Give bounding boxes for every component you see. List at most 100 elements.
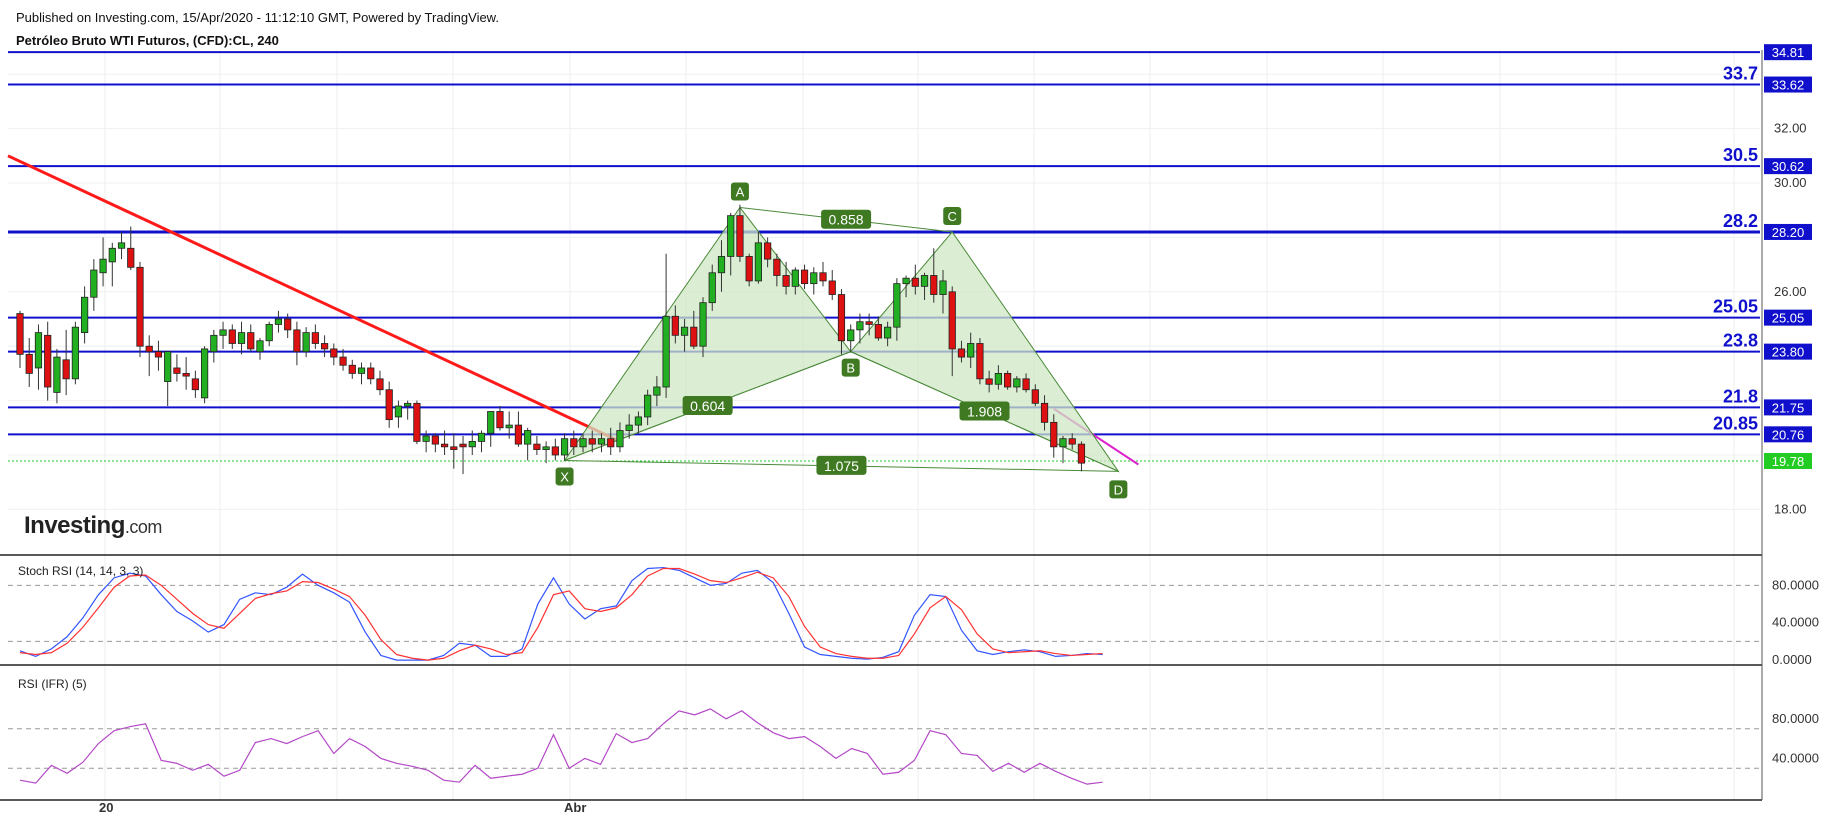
candle-body [302, 332, 310, 353]
candle-body [191, 378, 199, 391]
candle-body [320, 343, 329, 350]
candle-body [496, 411, 504, 429]
candle-body [560, 438, 569, 456]
candle-body [893, 283, 901, 328]
pattern-point-label: D [1114, 482, 1123, 497]
candle-body [782, 275, 790, 287]
candle-body [837, 294, 846, 342]
candle-body [477, 432, 486, 442]
grid [8, 50, 1760, 800]
candle-body [588, 438, 596, 445]
candle-body [357, 367, 366, 374]
candle-body [884, 326, 892, 339]
stoch-rsi-title: Stoch RSI (14, 14, 3, 3) [18, 564, 144, 578]
candle-body [440, 443, 449, 448]
candle-body [376, 378, 384, 391]
candle-body [459, 443, 467, 448]
candle-body [800, 269, 809, 285]
horizontal-levels[interactable]: 34.81 33.7 33.62 30.5 30.62 28.2 28.20 25.05 25.… [8, 44, 1812, 469]
candle-body [284, 318, 292, 331]
candle-body [1013, 378, 1021, 388]
candle-body [911, 277, 919, 287]
candle-body [367, 367, 375, 380]
candle-body [1050, 421, 1058, 448]
candle-body [53, 356, 61, 393]
candle-body [81, 296, 89, 333]
candle-body [902, 277, 910, 285]
candle-body [930, 275, 938, 295]
candle-body [727, 215, 735, 257]
candle-body [71, 326, 79, 380]
candle-body [939, 280, 947, 295]
candle-body [210, 334, 218, 353]
level-price-text: 33.62 [1772, 78, 1805, 93]
candle-body [164, 351, 172, 382]
y-tick-label: 30.00 [1774, 175, 1807, 190]
candle-body [219, 329, 227, 336]
pattern-point-label: C [948, 209, 957, 224]
candle-body [597, 438, 606, 445]
level-label: 30.5 [1723, 145, 1758, 165]
candle-body [394, 405, 403, 418]
candle-body [468, 440, 476, 448]
candle-body [828, 280, 836, 295]
ratio-label: 1.908 [967, 403, 1002, 419]
candle-body [985, 378, 993, 385]
candle-body [25, 353, 33, 374]
y-tick-label: 32.00 [1774, 121, 1807, 136]
level-price-text: 20.76 [1772, 427, 1805, 442]
candle-body [431, 435, 439, 445]
candle-body [1059, 438, 1067, 448]
stoch-k-line [19, 566, 1103, 661]
candle-body [551, 446, 559, 456]
level-label: 23.8 [1723, 331, 1758, 351]
level-price-text: 34.81 [1772, 45, 1805, 60]
candle-body [154, 351, 163, 358]
candle-body [533, 443, 541, 450]
candle-body [616, 430, 624, 448]
candle-body [865, 321, 873, 325]
candle-body [819, 272, 827, 282]
candle-body [200, 348, 209, 399]
rsi-panel: 80.0000 40.0000 [8, 708, 1819, 785]
candle-body [957, 348, 966, 358]
ratio-label: 0.604 [690, 398, 725, 414]
rsi-tick-label: 80.0000 [1772, 711, 1819, 726]
candle-body [487, 411, 495, 434]
x-tick-label: 20 [99, 800, 113, 814]
candle-body [754, 242, 763, 282]
pattern-point-label: A [736, 184, 745, 199]
candle-body [1031, 389, 1039, 404]
candle-body [173, 367, 181, 374]
candle-body [16, 313, 24, 355]
candle-body [810, 272, 818, 285]
level-price-text: 30.62 [1772, 159, 1805, 174]
candle-body [745, 256, 753, 282]
candle-body [265, 324, 273, 342]
axes: 18.00 26.00 30.00 32.00 20 Abr [0, 50, 1807, 814]
candle-body [62, 359, 70, 380]
candle-body [293, 329, 301, 353]
level-price-text: 28.20 [1772, 225, 1805, 240]
rsi-tick-label: 40.0000 [1772, 750, 1819, 765]
x-tick-label: Abr [564, 800, 586, 814]
candle-body [856, 321, 864, 331]
candle-body [247, 332, 255, 350]
candle-body [228, 329, 236, 344]
candle-body [182, 372, 190, 377]
candle-body [699, 302, 707, 347]
level-label: 25.05 [1713, 297, 1758, 317]
candle-body [145, 345, 153, 353]
candle-body [634, 416, 643, 426]
y-tick-label: 26.00 [1774, 284, 1807, 299]
pattern-point-label: X [560, 469, 569, 484]
level-label: 28.2 [1723, 211, 1758, 231]
candle-body [662, 315, 670, 388]
candle-body [348, 364, 356, 374]
candle-body [791, 269, 799, 287]
stoch-rsi-panel: 80.0000 40.0000 0.0000 [8, 566, 1819, 667]
level-label: 21.8 [1723, 386, 1758, 406]
candle-body [773, 258, 781, 276]
last-price-text: 19.78 [1772, 454, 1805, 469]
chart-canvas[interactable]: 34.81 33.7 33.62 30.5 30.62 28.2 28.20 25.05 25.… [0, 0, 1833, 814]
